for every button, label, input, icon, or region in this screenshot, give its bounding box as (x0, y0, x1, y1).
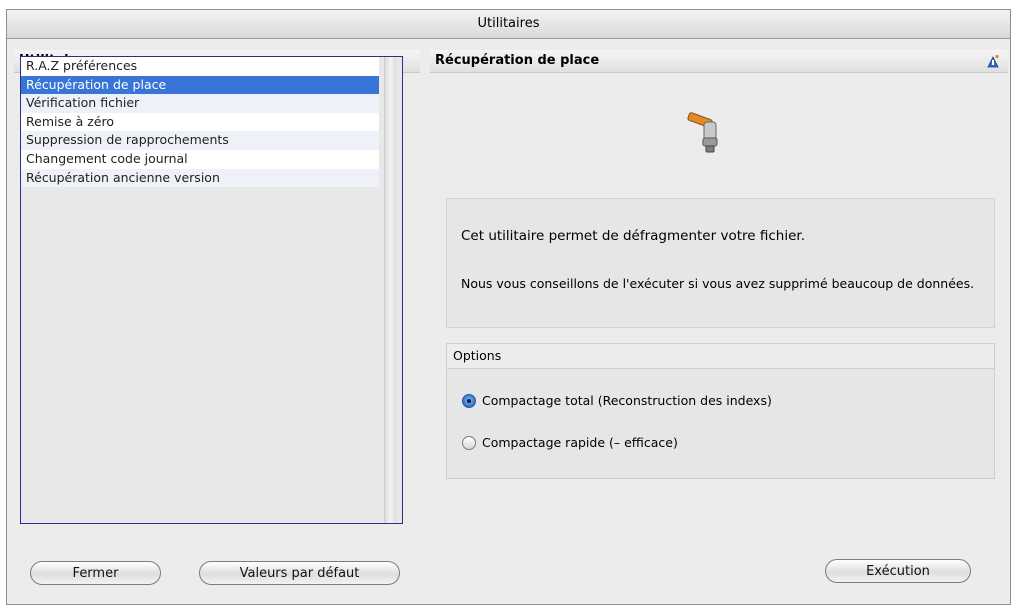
list-item[interactable]: Changement code journal (21, 149, 379, 169)
option-label: Compactage total (Reconstruction des ind… (482, 393, 772, 408)
radio-button[interactable] (462, 435, 476, 450)
option-full-compaction[interactable]: Compactage total (Reconstruction des ind… (462, 393, 772, 408)
option-quick-compaction[interactable]: Compactage rapide (– efficace) (462, 435, 678, 450)
list-item[interactable]: Remise à zéro (21, 112, 379, 132)
option-label: Compactage rapide (– efficace) (482, 435, 678, 450)
list-scrollbar[interactable] (384, 57, 396, 523)
list-item[interactable]: Récupération ancienne version (21, 168, 379, 188)
defaults-button[interactable]: Valeurs par défaut (199, 561, 400, 585)
window-title: Utilitaires (7, 10, 1010, 39)
execute-button[interactable]: Exécution (825, 559, 971, 583)
list-item[interactable]: Suppression de rapprochements (21, 131, 379, 150)
advice-text: Nous vous conseillons de l'exécuter si v… (461, 276, 975, 291)
hammer-icon (687, 112, 718, 153)
description-text: Cet utilitaire permet de défragmenter vo… (461, 228, 805, 244)
utilities-window: Utilitaires Utilitaires R.A.Z préférence… (6, 9, 1011, 605)
list-item[interactable]: Vérification fichier (21, 94, 379, 113)
list-item[interactable]: R.A.Z préférences (21, 57, 379, 76)
detail-pane-header: Récupération de place (430, 50, 1008, 73)
utilities-list[interactable]: R.A.Z préférences Récupération de place … (20, 56, 403, 524)
list-item-selected[interactable]: Récupération de place (21, 75, 379, 95)
options-title: Options (447, 344, 994, 369)
help-icon[interactable] (986, 54, 1000, 68)
description-box: Cet utilitaire permet de défragmenter vo… (446, 198, 995, 328)
close-button[interactable]: Fermer (30, 561, 161, 585)
detail-pane: Récupération de place Cet utilitaire per… (430, 50, 1008, 602)
radio-button-selected[interactable] (462, 393, 476, 408)
options-group: Options Compactage total (Reconstruction… (446, 343, 995, 479)
